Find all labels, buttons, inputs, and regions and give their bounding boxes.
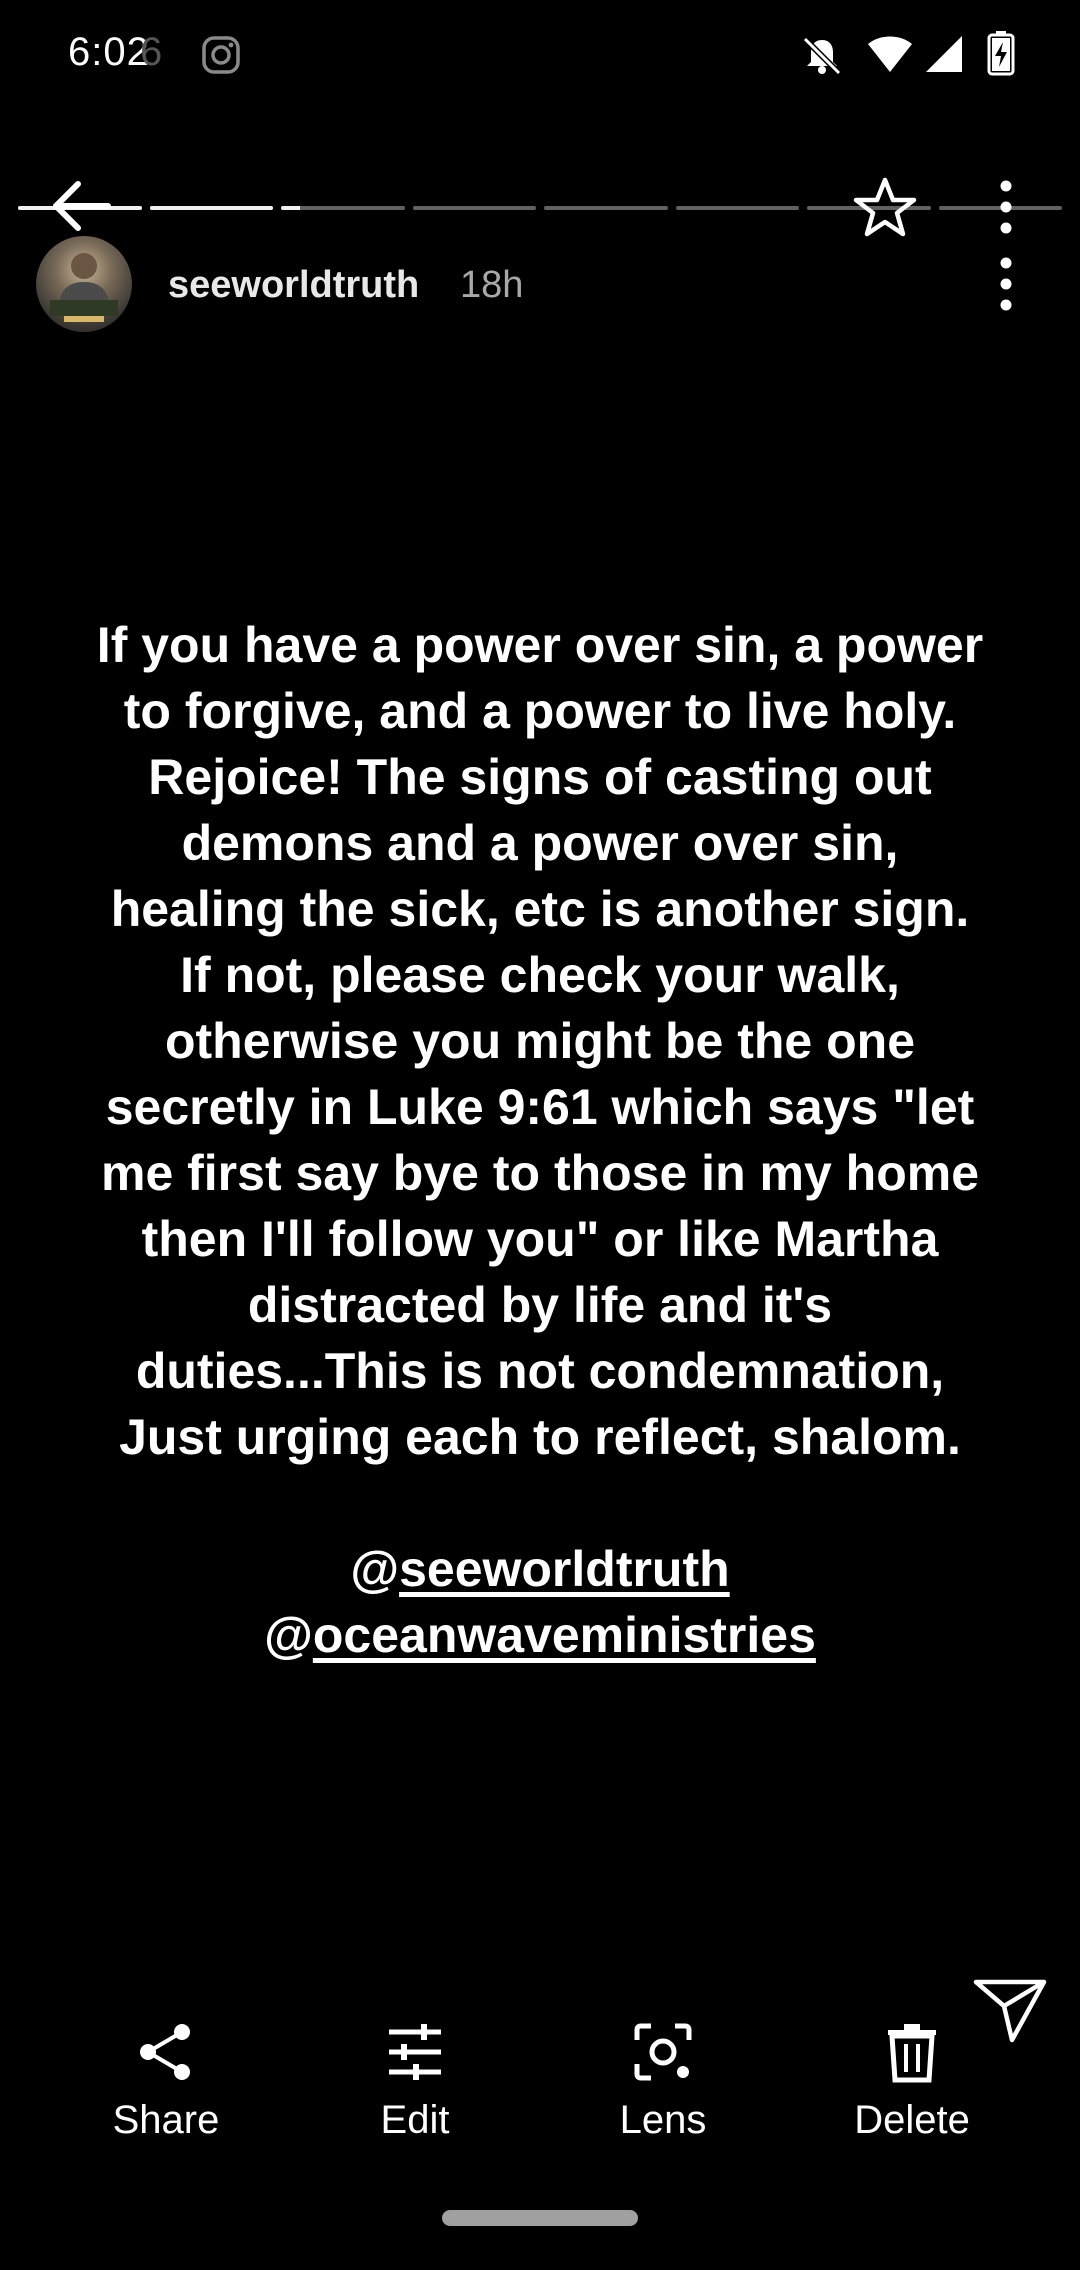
mention[interactable]: @seeworldtruth [60,1536,1020,1602]
story-text: If you have a power over sin, a power to… [96,617,984,1465]
story-more-button[interactable] [986,256,1026,312]
mention-handle[interactable]: oceanwaveministries [313,1607,816,1663]
battery-charging-icon [986,30,1016,81]
mention[interactable]: @oceanwaveministries [60,1602,1020,1668]
progress-segment [149,206,273,210]
story-mentions: @seeworldtruth @oceanwaveministries [60,1536,1020,1668]
progress-segment [281,206,405,210]
arrow-left-icon [53,181,111,231]
lens-icon [634,2023,692,2081]
progress-segment [544,206,668,210]
delete-label: Delete [854,2098,970,2142]
wifi-icon [866,34,914,79]
edit-label: Edit [380,2098,450,2142]
story-username[interactable]: seeworldtruth [168,264,419,307]
more-vert-icon [1000,180,1012,234]
signal-icon [924,34,964,79]
status-bar: 6:02 6 [0,0,1080,110]
progress-segment [412,206,536,210]
share-label: Share [112,2098,220,2142]
edit-button[interactable]: Edit [315,2020,515,2170]
lens-button[interactable]: Lens [563,2020,763,2170]
star-outline-icon [853,177,917,237]
mention-handle[interactable]: seeworldtruth [399,1541,730,1597]
lens-label: Lens [619,2098,707,2142]
avatar[interactable] [36,236,132,332]
home-indicator[interactable] [442,2210,638,2226]
bell-off-icon [800,34,844,83]
tune-icon [389,2024,441,2080]
trash-icon [888,2024,936,2083]
more-options-button[interactable] [986,178,1026,236]
share-button[interactable]: Share [66,2020,266,2170]
favorite-button[interactable] [852,176,918,238]
story-time-ago: 18h [460,264,524,306]
delete-button[interactable]: Delete [812,2020,1012,2170]
progress-segment [675,206,799,210]
instagram-icon [200,34,242,81]
status-time: 6:02 [68,30,150,74]
status-time-ghost: 6 [140,30,163,74]
share-icon [140,2024,190,2080]
back-button[interactable] [48,176,118,236]
more-vert-icon [1000,257,1012,311]
